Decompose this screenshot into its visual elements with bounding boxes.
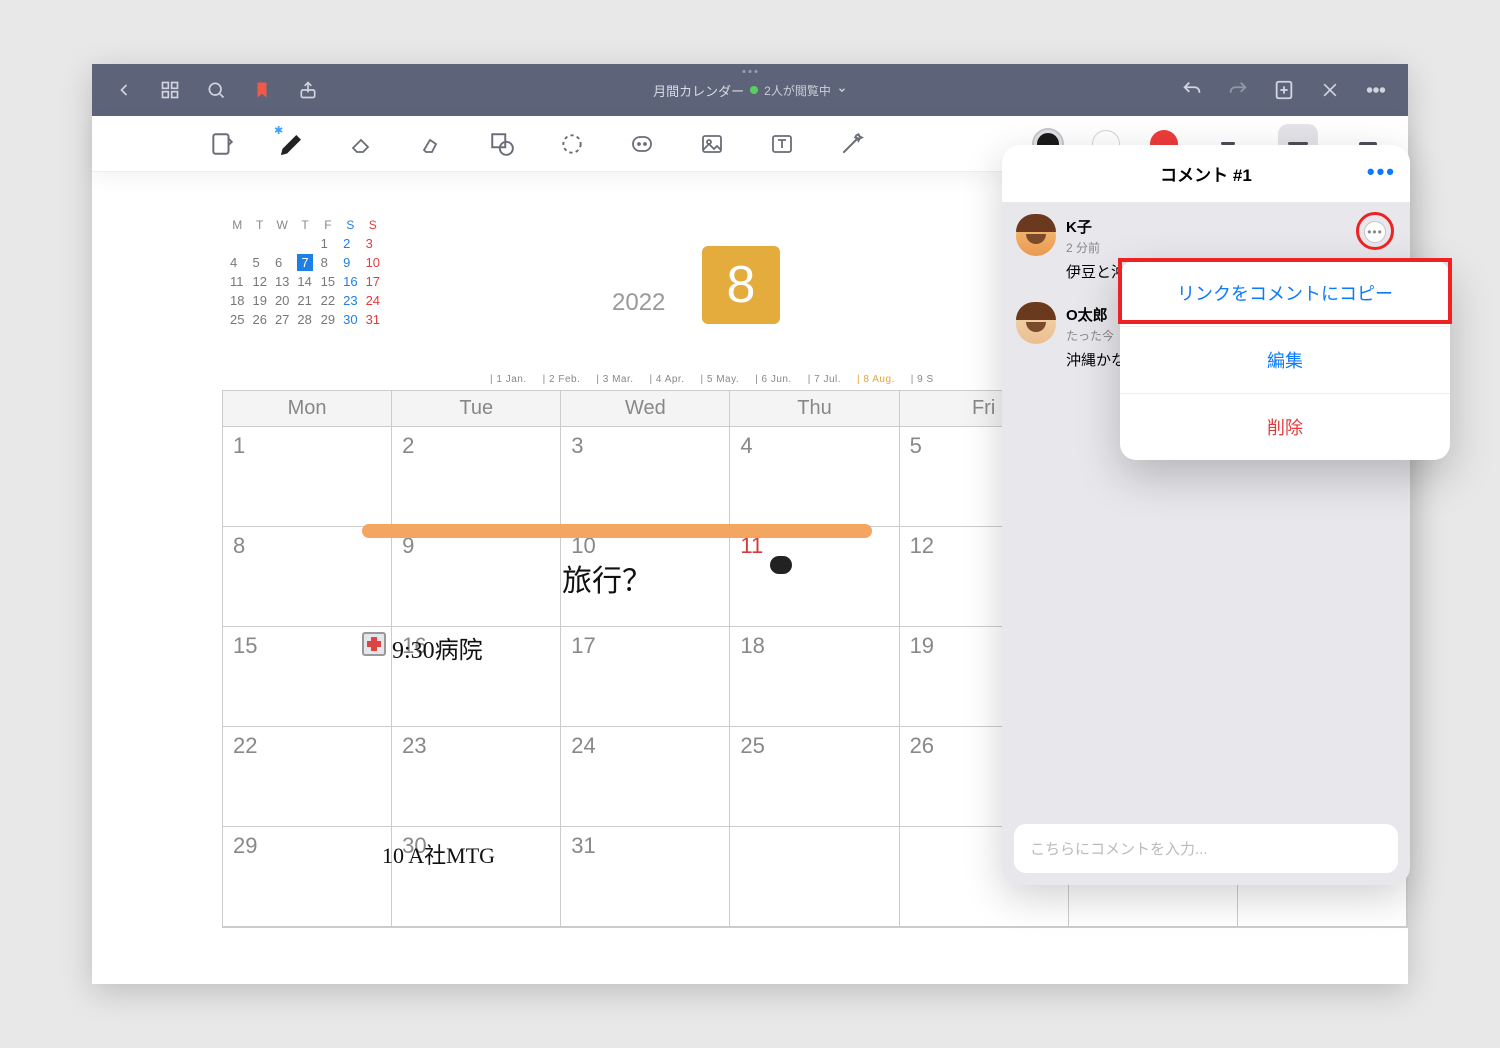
close-icon[interactable] [1312,72,1348,108]
highlighter-tool-icon[interactable] [412,124,452,164]
month-strip: | 1 Jan.| 2 Feb.| 3 Mar.| 4 Apr.| 5 May.… [482,374,942,385]
panel-more-icon[interactable]: ••• [1367,159,1396,185]
hw-meeting: 10 A社MTG [382,838,495,870]
window-grabber [743,70,758,73]
pen-tool-icon[interactable]: ✱ [272,124,312,164]
mini-calendar-left: MTWTFSS123456789101112131415161718192021… [222,214,388,331]
trip-highlight [362,524,872,538]
more-icon[interactable] [1358,72,1394,108]
bookmark-icon[interactable] [244,72,280,108]
presence-dot [750,86,758,94]
undo-icon[interactable] [1174,72,1210,108]
doc-title: 月間カレンダー [653,81,744,100]
menu-delete[interactable]: 削除 [1120,394,1450,460]
month-badge: 8 [702,246,780,324]
hw-hospital: 9:30病院 [392,630,483,665]
hw-travel: 旅行？ [562,556,652,600]
comment-panel-title: コメント #1 [1160,166,1252,185]
top-bar: 月間カレンダー 2人が閲覧中 [92,64,1408,116]
shape-tool-icon[interactable] [482,124,522,164]
menu-edit[interactable]: 編集 [1120,327,1450,394]
highlight-box [1118,258,1452,324]
title-area[interactable]: 月間カレンダー 2人が閲覧中 [336,81,1164,100]
comment-panel: コメント #1 ••• K子2 分前伊豆と沖縄、どっちがいO太郎たった今沖縄かな… [1002,145,1410,885]
add-page-icon[interactable] [1266,72,1302,108]
year-label: 2022 [612,289,665,317]
eraser-tool-icon[interactable] [342,124,382,164]
highlight-circle [1356,212,1394,250]
wand-tool-icon[interactable] [832,124,872,164]
image-tool-icon[interactable] [692,124,732,164]
lasso-tool-icon[interactable] [552,124,592,164]
text-tool-icon[interactable] [762,124,802,164]
avatar [1016,304,1056,344]
avatar [1016,216,1056,256]
hospital-icon [362,632,386,656]
comment-panel-header: コメント #1 ••• [1002,145,1410,202]
page-tool-icon[interactable] [202,124,242,164]
sticker-tool-icon[interactable] [622,124,662,164]
grid-icon[interactable] [152,72,188,108]
share-icon[interactable] [290,72,326,108]
back-icon[interactable] [106,72,142,108]
search-icon[interactable] [198,72,234,108]
redo-icon[interactable] [1220,72,1256,108]
share-status: 2人が閲覧中 [764,82,831,99]
comment-input[interactable]: こちらにコメントを入力... [1014,824,1398,873]
comment-author: K子 [1066,216,1231,237]
comment-time: 2 分前 [1066,239,1231,256]
comment-marker-icon[interactable] [770,556,792,574]
